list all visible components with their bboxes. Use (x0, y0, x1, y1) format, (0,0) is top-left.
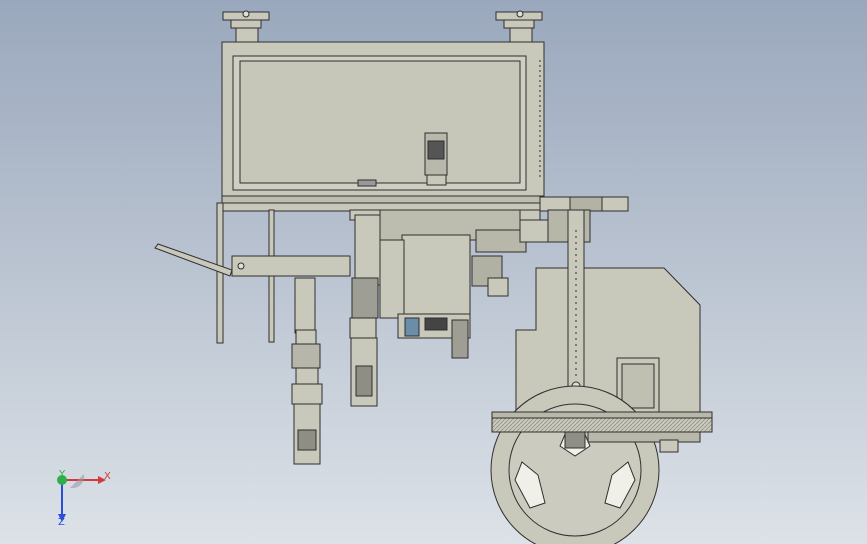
wheel-cover (515, 267, 701, 413)
coordinate-triad (57, 474, 106, 522)
z-axis-label: Z (58, 517, 65, 528)
x-axis-label: X (104, 471, 111, 482)
left-actuator (291, 277, 323, 465)
mast (567, 209, 585, 411)
cad-model-viewport[interactable]: X Y Z (0, 0, 867, 544)
main-enclosure (221, 41, 545, 204)
box-motor (424, 132, 448, 186)
drive-wheel (490, 385, 660, 544)
top-left-mount (222, 10, 270, 43)
top-right-mount (495, 10, 543, 43)
axis-arc (70, 474, 85, 489)
machine-drawing (57, 10, 713, 544)
control-box (379, 209, 527, 359)
y-axis-label: Y (59, 469, 66, 480)
